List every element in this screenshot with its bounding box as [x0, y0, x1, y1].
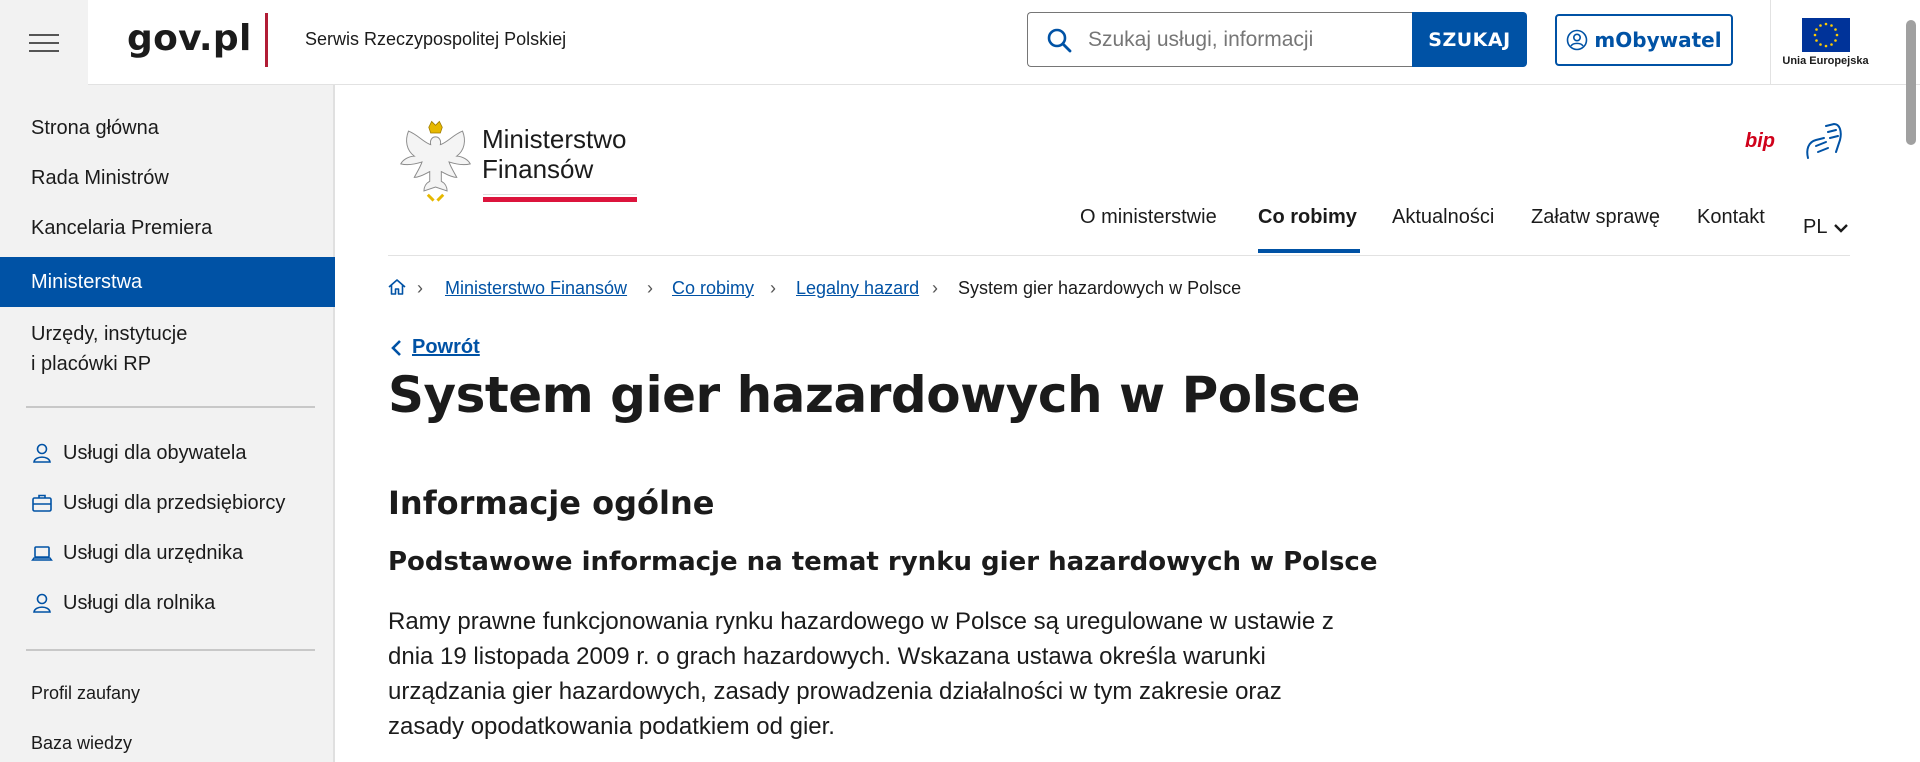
nav-kontakt[interactable]: Kontakt [1697, 206, 1765, 256]
nav-o-ministerstwie[interactable]: O ministerstwie [1080, 206, 1217, 256]
chevron-right-icon: › [417, 278, 423, 298]
search-button[interactable]: SZUKAJ [1412, 12, 1527, 67]
sidebar-item-profil-zaufany[interactable]: Profil zaufany [0, 671, 335, 715]
nav-aktualnosci[interactable]: Aktualności [1392, 206, 1494, 256]
person-icon [33, 593, 51, 613]
briefcase-icon [32, 494, 52, 512]
nav-divider [388, 255, 1850, 256]
chevron-left-icon [391, 339, 401, 356]
eu-flag-icon [1801, 18, 1850, 52]
search-input[interactable] [1088, 27, 1388, 52]
section-heading: Informacje ogólne [388, 484, 715, 522]
page-scrollbar[interactable] [1906, 20, 1916, 145]
sidebar-item-kancelaria-premiera[interactable]: Kancelaria Premiera [0, 203, 335, 253]
bip-link[interactable]: bip [1745, 130, 1775, 153]
subsection-heading: Podstawowe informacje na temat rynku gie… [388, 547, 1378, 577]
sidebar-item-uslugi-urzednik[interactable]: Usługi dla urzędnika [0, 528, 335, 578]
body-paragraph: Ramy prawne funkcjonowania rynku hazardo… [388, 604, 1368, 744]
mobywatel-button[interactable]: mObywatel [1555, 14, 1733, 66]
chevron-right-icon: › [932, 278, 938, 298]
eagle-emblem-icon[interactable] [395, 117, 477, 205]
eu-label: Unia Europejska [1782, 55, 1869, 67]
sidebar-item-home[interactable]: Strona główna [0, 103, 335, 153]
mobywatel-label: mObywatel [1594, 28, 1722, 52]
chevron-down-icon [1834, 224, 1849, 233]
sidebar-item-uslugi-przedsiebiorca[interactable]: Usługi dla przedsiębiorcy [0, 478, 335, 528]
home-icon[interactable] [387, 277, 407, 297]
service-name: Serwis Rzeczypospolitej Polskiej [305, 29, 567, 49]
search-icon [1047, 28, 1072, 52]
hamburger-icon [29, 31, 59, 55]
breadcrumb-current: System gier hazardowych w Polsce [958, 277, 1242, 298]
gov-logo[interactable]: gov.pl [127, 18, 252, 59]
eu-logo[interactable]: Unia Europejska [1770, 0, 1920, 85]
paragraph-line: urządzania gier hazardowych, zasady prow… [388, 678, 1282, 705]
sign-language-icon[interactable] [1802, 120, 1846, 164]
sidebar-item-uslugi-rolnik[interactable]: Usługi dla rolnika [0, 578, 335, 628]
sidebar-item-label: Usługi dla rolnika [63, 591, 216, 614]
active-nav-indicator [1258, 249, 1360, 253]
paragraph-line: Ramy prawne funkcjonowania rynku hazardo… [388, 608, 1334, 635]
sidebar-divider [26, 649, 315, 651]
sidebar-item-label: Usługi dla obywatela [63, 441, 247, 464]
sidebar-item-baza-wiedzy[interactable]: Baza wiedzy [0, 721, 335, 762]
breadcrumb-link[interactable]: Ministerstwo Finansów [445, 278, 627, 299]
ministry-name-line2: Finansów [482, 154, 594, 184]
ministry-name[interactable]: Ministerstwo Finansów [482, 124, 626, 184]
language-label: PL [1803, 216, 1828, 238]
breadcrumb-link[interactable]: Co robimy [672, 278, 754, 299]
top-header: gov.pl Serwis Rzeczypospolitej Polskiej … [0, 0, 1920, 85]
sidebar-item-ministerstwa[interactable]: Ministerstwa [0, 257, 335, 307]
sidebar-item-label: Usługi dla przedsiębiorcy [63, 491, 286, 514]
chevron-right-icon: › [770, 278, 776, 298]
sidebar-item-urzedy-line2: i placówki RP [31, 353, 152, 375]
user-circle-icon [1567, 29, 1588, 51]
ministry-name-line1: Ministerstwo [482, 124, 627, 154]
logo-divider [265, 13, 268, 67]
back-label: Powrót [412, 336, 480, 358]
nav-zalatw-sprawe[interactable]: Załatw sprawę [1531, 206, 1660, 256]
search-field[interactable] [1027, 12, 1412, 67]
back-link[interactable]: Powrót [390, 336, 480, 359]
bip-label: bip [1745, 130, 1775, 152]
breadcrumb-link[interactable]: Legalny hazard [796, 278, 919, 299]
sidebar: Strona główna Rada Ministrów Kancelaria … [0, 85, 335, 762]
sidebar-item-rada-ministrow[interactable]: Rada Ministrów [0, 153, 335, 203]
sidebar-item-uslugi-obywatel[interactable]: Usługi dla obywatela [0, 428, 335, 478]
sidebar-item-urzedy[interactable]: Urzędy, instytucje i placówki RP [0, 313, 335, 385]
sidebar-divider [26, 406, 315, 408]
menu-button[interactable] [0, 0, 88, 85]
person-icon [33, 443, 51, 463]
laptop-icon [31, 546, 53, 561]
chevron-right-icon: › [647, 278, 653, 298]
page-title: System gier hazardowych w Polsce [388, 366, 1361, 424]
paragraph-line: dnia 19 listopada 2009 r. o grach hazard… [388, 643, 1266, 670]
flag-stripe [483, 194, 637, 204]
sidebar-item-urzedy-line1: Urzędy, instytucje [31, 323, 188, 345]
language-selector[interactable]: PL [1803, 216, 1849, 266]
paragraph-line: zasady opodatkowania podatkiem od gier. [388, 713, 835, 740]
search-form: SZUKAJ [1027, 12, 1527, 67]
sidebar-item-label: Usługi dla urzędnika [63, 541, 244, 564]
